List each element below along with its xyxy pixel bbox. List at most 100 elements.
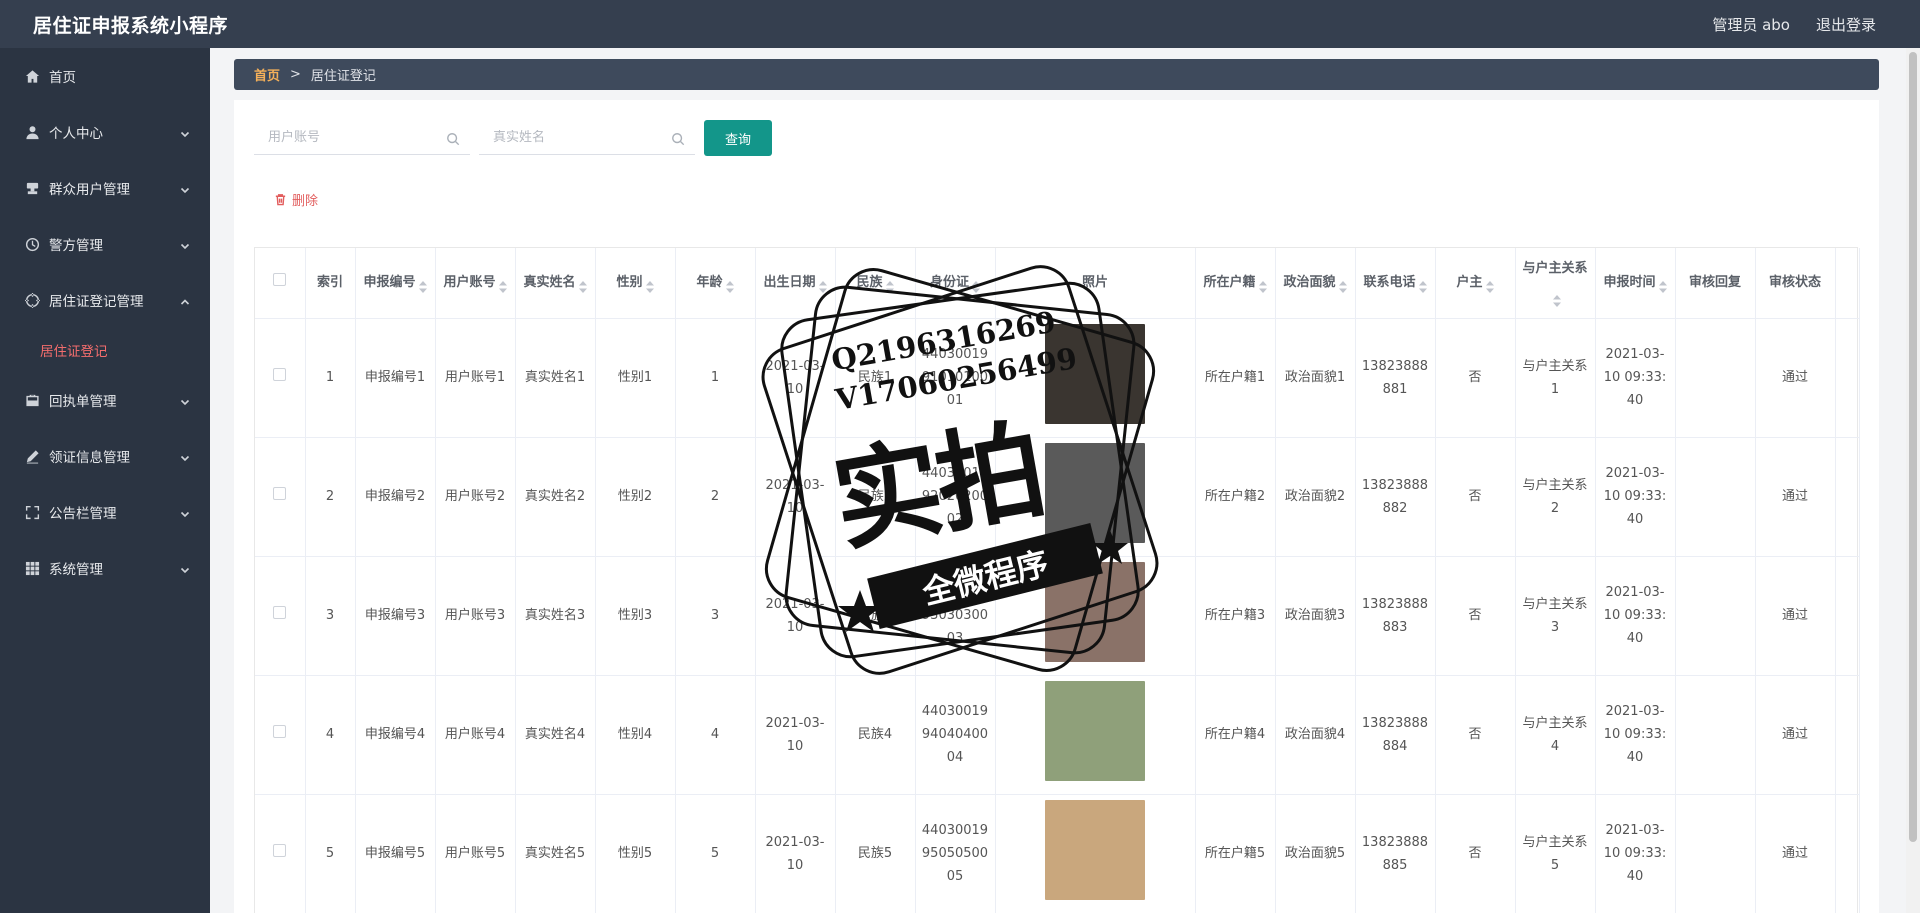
column-header[interactable]: 民族	[835, 248, 916, 319]
sort-icon[interactable]	[885, 276, 894, 294]
row-checkbox[interactable]	[273, 725, 287, 738]
column-header[interactable]: 所在户籍	[1195, 248, 1276, 319]
cell-politics: 政治面貌4	[1275, 675, 1356, 795]
cell-account: 用户账号3	[435, 556, 516, 676]
cell-code: 申报编号4	[355, 675, 436, 795]
delete-label: 删除	[292, 194, 319, 209]
column-header[interactable]: 用户账号	[435, 248, 516, 319]
sort-icon[interactable]	[418, 276, 427, 294]
sidebar-item-7[interactable]: 领证信息管理	[0, 428, 210, 484]
cell-account: 用户账号2	[435, 437, 516, 557]
column-header[interactable]: 出生日期	[755, 248, 836, 319]
column-header[interactable]: 与户主关系	[1515, 248, 1596, 319]
cell-idx: 5	[305, 794, 356, 913]
column-header[interactable]: 年龄	[675, 248, 756, 319]
sidebar-item-9[interactable]: 系统管理	[0, 540, 210, 596]
sidebar-item-8[interactable]: 公告栏管理	[0, 484, 210, 540]
cell-nation: 民族1	[835, 318, 916, 438]
sort-icon[interactable]	[1552, 290, 1561, 308]
breadcrumb-current: 居住证登记	[310, 69, 376, 84]
column-header-label: 联系电话	[1363, 274, 1416, 290]
name-search-box	[479, 121, 695, 155]
column-header[interactable]: 身份证	[915, 248, 996, 319]
table-row[interactable]: 1 申报编号1 用户账号1 真实姓名1 性别1 1 2021-03-10 民族1 4403001…	[255, 318, 1860, 438]
table-row[interactable]: 3 申报编号3 用户账号3 真实姓名3 性别3 3 2021-03-10 民族3 4403001…	[255, 556, 1860, 676]
sort-icon[interactable]	[498, 276, 507, 294]
column-header[interactable]: 索引	[305, 248, 356, 319]
cell-time: 2021-03-10 09:33:40	[1595, 318, 1676, 438]
scrollbar-thumb[interactable]	[1909, 52, 1917, 842]
column-header[interactable]: 申报时间	[1595, 248, 1676, 319]
sidebar-subitem-registration[interactable]: 居住证登记	[0, 328, 210, 372]
name-search-input[interactable]	[479, 130, 659, 145]
sort-icon[interactable]	[725, 276, 734, 294]
table-row[interactable]: 2 申报编号2 用户账号2 真实姓名2 性别2 2 2021-03-10 民族2 4403001…	[255, 437, 1860, 557]
query-button[interactable]: 查询	[704, 120, 772, 156]
row-select-cell	[255, 556, 306, 676]
current-user[interactable]: 管理员 abo	[1712, 14, 1790, 35]
sidebar-item-2[interactable]: 个人中心	[0, 104, 210, 160]
row-filler	[1835, 794, 1860, 913]
sidebar-item-6[interactable]: 回执单管理	[0, 372, 210, 428]
cell-reply	[1675, 318, 1756, 438]
logout-link[interactable]: 退出登录	[1816, 14, 1876, 35]
cell-relation: 与户主关系1	[1515, 318, 1596, 438]
row-checkbox[interactable]	[273, 844, 287, 857]
column-header-label: 所在户籍	[1203, 274, 1256, 290]
photo-thumbnail[interactable]	[1045, 323, 1145, 424]
sort-icon[interactable]	[1338, 276, 1347, 294]
row-select-cell	[255, 318, 306, 438]
sidebar-item-3[interactable]: 群众用户管理	[0, 160, 210, 216]
row-checkbox[interactable]	[273, 606, 287, 619]
column-header[interactable]: 审核状态	[1755, 248, 1836, 319]
column-header[interactable]: 联系电话	[1355, 248, 1436, 319]
sidebar-item-label: 领证信息管理	[49, 450, 130, 466]
breadcrumb-home[interactable]: 首页	[254, 65, 280, 84]
page-scrollbar[interactable]	[1906, 48, 1920, 913]
column-header[interactable]: 户主	[1435, 248, 1516, 319]
search-icon	[446, 131, 460, 146]
delete-button[interactable]: 删除	[274, 190, 318, 209]
trash-icon	[275, 194, 286, 206]
sort-icon[interactable]	[818, 276, 827, 294]
sidebar-item-4[interactable]: 警方管理	[0, 216, 210, 272]
column-header[interactable]: 审核回复	[1675, 248, 1756, 319]
column-header[interactable]: 照片	[995, 248, 1196, 319]
cell-idcard: 440300199404040004	[915, 675, 996, 795]
cell-relation: 与户主关系4	[1515, 675, 1596, 795]
select-all-checkbox[interactable]	[273, 272, 287, 286]
column-header-label: 真实姓名	[523, 274, 576, 290]
cell-birth: 2021-03-10	[755, 556, 836, 676]
sort-icon[interactable]	[1258, 276, 1267, 294]
row-checkbox[interactable]	[273, 487, 287, 500]
sort-icon[interactable]	[1418, 276, 1427, 294]
cell-name: 真实姓名3	[515, 556, 596, 676]
table-row[interactable]: 5 申报编号5 用户账号5 真实姓名5 性别5 5 2021-03-10 民族5 4403001…	[255, 794, 1860, 913]
cell-time: 2021-03-10 09:33:40	[1595, 437, 1676, 557]
photo-thumbnail[interactable]	[1045, 561, 1145, 662]
sort-icon[interactable]	[1485, 276, 1494, 294]
photo-thumbnail[interactable]	[1045, 799, 1145, 900]
cell-time: 2021-03-10 09:33:40	[1595, 675, 1676, 795]
photo-thumbnail[interactable]	[1045, 680, 1145, 781]
sort-icon[interactable]	[972, 276, 980, 294]
row-select-cell	[255, 437, 306, 557]
column-header[interactable]: 真实姓名	[515, 248, 596, 319]
sort-icon[interactable]	[645, 276, 654, 294]
column-header[interactable]: 性别	[595, 248, 676, 319]
photo-thumbnail[interactable]	[1045, 442, 1145, 543]
sidebar-item-5[interactable]: 居住证登记管理	[0, 272, 210, 328]
sidebar-item-label: 首页	[49, 70, 76, 86]
column-header[interactable]: 申报编号	[355, 248, 436, 319]
sidebar-item-1[interactable]: 首页	[0, 48, 210, 104]
cell-huji: 所在户籍5	[1195, 794, 1276, 913]
sort-icon[interactable]	[578, 276, 587, 294]
row-filler	[1835, 556, 1860, 676]
row-checkbox[interactable]	[273, 368, 287, 381]
account-search-input[interactable]	[254, 130, 434, 145]
main-content: 首页 > 居住证登记 查询 删除 索引申	[210, 48, 1910, 913]
sort-icon[interactable]	[1658, 276, 1667, 294]
cell-birth: 2021-03-10	[755, 675, 836, 795]
column-header[interactable]: 政治面貌	[1275, 248, 1356, 319]
table-row[interactable]: 4 申报编号4 用户账号4 真实姓名4 性别4 4 2021-03-10 民族4 4403001…	[255, 675, 1860, 795]
